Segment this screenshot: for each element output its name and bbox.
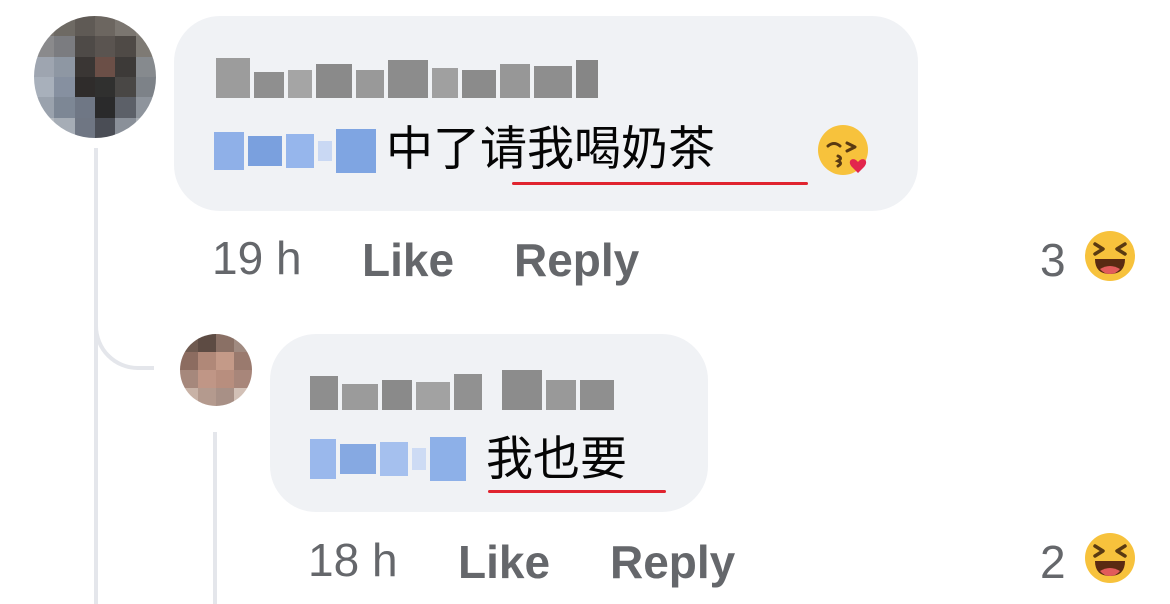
comment-timestamp[interactable]: 19 h (212, 230, 302, 286)
avatar[interactable] (180, 334, 252, 406)
spellcheck-underline (512, 182, 808, 185)
reaction-count[interactable]: 2 (1040, 534, 1066, 590)
thread-line-main (94, 148, 98, 604)
laughing-face-icon[interactable] (1084, 230, 1136, 282)
author-name-redacted[interactable] (310, 370, 614, 410)
reaction-count[interactable]: 3 (1040, 232, 1066, 288)
comment-timestamp[interactable]: 18 h (308, 532, 398, 588)
author-name-redacted[interactable] (216, 58, 598, 98)
underlined-text: 我也要 (486, 432, 627, 487)
like-button[interactable]: Like (362, 232, 454, 288)
avatar[interactable] (34, 16, 156, 138)
comment-bubble[interactable]: 我也要 (270, 334, 708, 512)
like-button[interactable]: Like (458, 534, 550, 590)
laughing-face-icon[interactable] (1084, 532, 1136, 584)
comment-text: 中了请我喝奶茶 (386, 122, 715, 177)
thread-reply-connector (94, 300, 154, 370)
spellcheck-underline (488, 490, 666, 493)
reply-button[interactable]: Reply (610, 534, 735, 590)
comment-text: 我也要 (486, 430, 627, 490)
kissing-face-with-heart-icon (818, 125, 868, 175)
thread-line-reply (213, 432, 217, 604)
reply-button[interactable]: Reply (514, 232, 639, 288)
mention-tag-redacted[interactable] (310, 436, 466, 482)
mention-tag-redacted[interactable] (214, 128, 376, 174)
underlined-text: 请我喝奶茶 (480, 122, 715, 177)
